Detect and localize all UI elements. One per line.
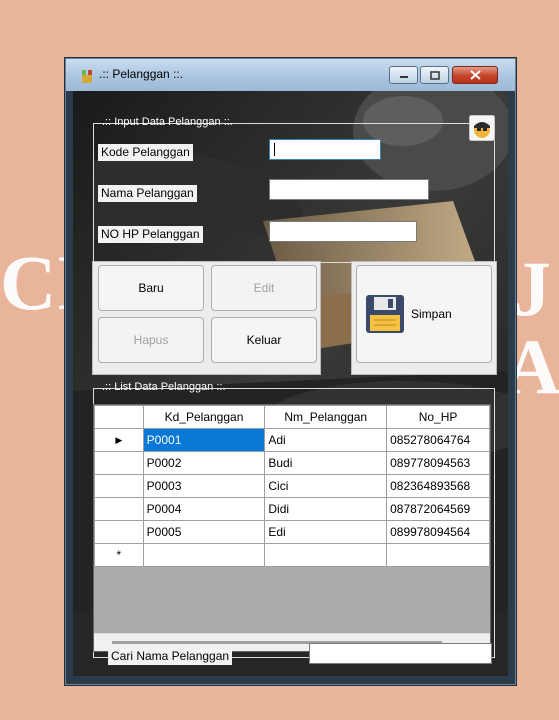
cari-nama-pelanggan-label: Cari Nama Pelanggan [108, 648, 233, 665]
nama-pelanggan-input[interactable] [269, 179, 429, 200]
cell-kd[interactable]: P0001 [142, 428, 266, 452]
cell-kd[interactable]: P0004 [142, 497, 266, 521]
table-row[interactable]: P0003 Cici 082364893568 [94, 474, 490, 498]
cell-nm[interactable]: Budi [264, 451, 388, 475]
minimize-icon [399, 76, 408, 78]
maximize-button[interactable] [420, 66, 449, 84]
cell-nm[interactable]: Didi [264, 497, 388, 521]
table-row[interactable]: P0004 Didi 087872064569 [94, 497, 490, 521]
row-header[interactable] [94, 451, 144, 475]
row-header-corner [94, 405, 144, 429]
simpan-button[interactable]: Simpan [356, 265, 492, 363]
avatar-icon [469, 115, 495, 141]
cell-hp[interactable]: 089778094563 [386, 451, 490, 475]
close-icon [469, 70, 481, 80]
app-icon [82, 70, 92, 83]
title-bar[interactable]: .:: Pelanggan ::. [66, 59, 515, 91]
background-letters-right: J [512, 245, 551, 332]
kode-pelanggan-input[interactable] [269, 139, 381, 160]
keluar-button[interactable]: Keluar [211, 317, 317, 363]
cell-kd[interactable]: P0002 [142, 451, 266, 475]
new-cell-hp[interactable] [386, 543, 490, 567]
list-group-legend: .:: List Data Pelanggan ::. [102, 381, 226, 393]
text-caret [274, 143, 275, 156]
new-cell-kd[interactable] [142, 543, 266, 567]
new-row[interactable]: * [94, 543, 490, 567]
current-row-indicator[interactable]: ▶ [94, 428, 144, 452]
column-header-hp[interactable]: No_HP [386, 405, 490, 429]
no-hp-pelanggan-label: NO HP Pelanggan [98, 226, 203, 243]
cell-kd[interactable]: P0003 [142, 474, 266, 498]
pelanggan-data-grid[interactable]: Kd_Pelanggan Nm_Pelanggan No_HP ▶ P0001 … [93, 404, 491, 652]
row-header[interactable] [94, 474, 144, 498]
column-header-nm[interactable]: Nm_Pelanggan [264, 405, 388, 429]
new-row-indicator[interactable]: * [94, 543, 144, 567]
table-row[interactable]: P0005 Edi 089978094564 [94, 520, 490, 544]
close-button[interactable] [452, 66, 498, 84]
nama-pelanggan-label: Nama Pelanggan [98, 185, 197, 202]
table-header-row: Kd_Pelanggan Nm_Pelanggan No_HP [94, 405, 490, 429]
no-hp-pelanggan-input[interactable] [269, 221, 417, 242]
row-header[interactable] [94, 497, 144, 521]
row-header[interactable] [94, 520, 144, 544]
cell-nm[interactable]: Adi [264, 428, 388, 452]
hapus-button[interactable]: Hapus [98, 317, 204, 363]
table-row[interactable]: ▶ P0001 Adi 085278064764 [94, 428, 490, 452]
cell-nm[interactable]: Cici [264, 474, 388, 498]
cell-nm[interactable]: Edi [264, 520, 388, 544]
simpan-label: Simpan [411, 307, 452, 321]
cari-nama-pelanggan-input[interactable] [309, 643, 492, 664]
new-cell-nm[interactable] [264, 543, 388, 567]
minimize-button[interactable] [389, 66, 418, 84]
edit-button[interactable]: Edit [211, 265, 317, 311]
input-group-legend: .:: Input Data Pelanggan ::. [102, 116, 233, 128]
form-client-area: .:: Input Data Pelanggan ::. Kode Pelang… [73, 91, 508, 676]
save-floppy-icon [366, 295, 404, 333]
cell-hp[interactable]: 087872064569 [386, 497, 490, 521]
column-header-kd[interactable]: Kd_Pelanggan [142, 405, 266, 429]
cell-hp[interactable]: 082364893568 [386, 474, 490, 498]
baru-button[interactable]: Baru [98, 265, 204, 311]
pelanggan-window: .:: Pelanggan ::. .:: Input Data Pelangg… [65, 58, 516, 685]
data-table: Kd_Pelanggan Nm_Pelanggan No_HP ▶ P0001 … [94, 405, 490, 567]
cell-hp[interactable]: 085278064764 [386, 428, 490, 452]
window-title: .:: Pelanggan ::. [99, 67, 184, 81]
kode-pelanggan-label: Kode Pelanggan [98, 144, 193, 161]
table-row[interactable]: P0002 Budi 089778094563 [94, 451, 490, 475]
maximize-icon [429, 70, 440, 80]
cell-kd[interactable]: P0005 [142, 520, 266, 544]
cell-hp[interactable]: 089978094564 [386, 520, 490, 544]
